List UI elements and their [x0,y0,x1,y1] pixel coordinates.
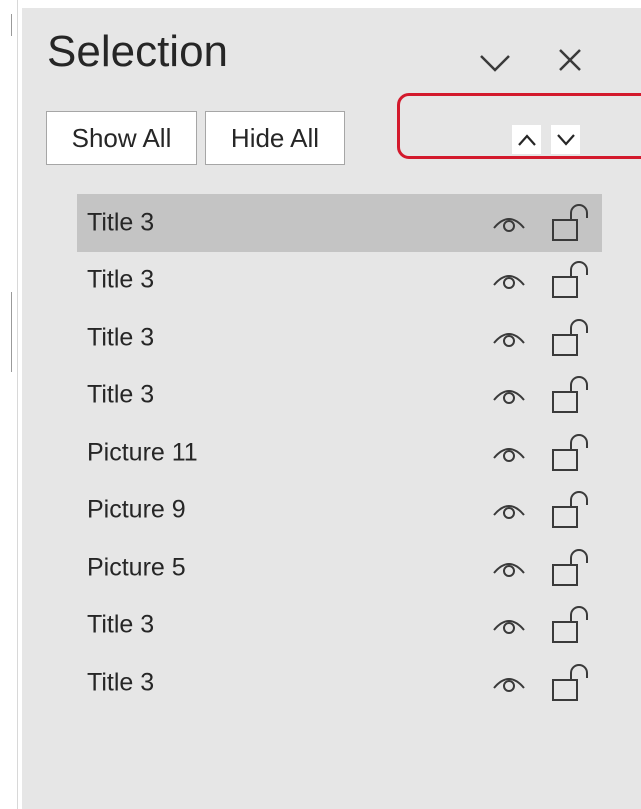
lock-toggle[interactable] [551,433,593,473]
unlocked-padlock-icon [552,491,588,529]
visibility-toggle[interactable] [491,441,527,465]
visibility-toggle[interactable] [491,498,527,522]
item-label: Title 3 [87,610,155,639]
lock-toggle[interactable] [551,203,593,243]
lock-toggle[interactable] [551,663,593,703]
unlocked-padlock-icon [552,663,588,701]
unlocked-padlock-icon [552,261,588,299]
item-label: Picture 9 [87,495,186,524]
window-edge [17,0,18,809]
eye-icon [493,505,525,520]
pane-close-button[interactable] [552,42,588,78]
selection-list-item[interactable]: Picture 5 [77,539,602,597]
selection-list-item[interactable]: Title 3 [77,309,602,367]
selection-list: Title 3 Title 3 Title 3 Title 3 Picture … [77,194,602,712]
visibility-toggle[interactable] [491,383,527,407]
unlocked-padlock-icon [552,433,588,471]
unlocked-padlock-icon [552,318,588,356]
item-label: Title 3 [87,323,155,352]
lock-toggle[interactable] [551,548,593,588]
lock-toggle[interactable] [551,490,593,530]
item-label: Title 3 [87,208,155,237]
selection-list-item[interactable]: Title 3 [77,597,602,655]
item-label: Picture 11 [87,438,198,467]
app-window: Selection Show All Hide All Title 3 Titl… [0,0,641,809]
item-label: Picture 5 [87,553,186,582]
unlocked-padlock-icon [552,606,588,644]
visibility-toggle[interactable] [491,613,527,637]
item-label: Title 3 [87,265,155,294]
lock-toggle[interactable] [551,605,593,645]
selection-list-item[interactable]: Picture 9 [77,482,602,540]
lock-toggle[interactable] [551,260,593,300]
chevron-down-icon [480,55,510,72]
visibility-toggle[interactable] [491,671,527,695]
close-icon [559,49,581,71]
hide-all-button[interactable]: Hide All [205,111,345,165]
selection-list-item[interactable]: Title 3 [77,252,602,310]
lock-toggle[interactable] [551,318,593,358]
unlocked-padlock-icon [552,203,588,241]
eye-icon [493,217,525,232]
unlocked-padlock-icon [552,548,588,586]
eye-icon [493,562,525,577]
unlocked-padlock-icon [552,376,588,414]
item-label: Title 3 [87,668,155,697]
eye-icon [493,620,525,635]
item-label: Title 3 [87,380,155,409]
selection-list-item[interactable]: Picture 11 [77,424,602,482]
pane-title: Selection [47,27,229,76]
visibility-toggle[interactable] [491,211,527,235]
lock-toggle[interactable] [551,375,593,415]
selection-list-item[interactable]: Title 3 [77,367,602,425]
window-edge-marker [11,14,12,36]
eye-icon [493,275,525,290]
highlight-annotation [397,93,641,159]
window-edge-marker [11,292,12,372]
eye-icon [493,447,525,462]
selection-list-item[interactable]: Title 3 [77,654,602,712]
eye-icon [493,332,525,347]
eye-icon [493,677,525,692]
visibility-toggle[interactable] [491,268,527,292]
eye-icon [493,390,525,405]
selection-list-item[interactable]: Title 3 [77,194,602,252]
show-all-button[interactable]: Show All [46,111,197,165]
visibility-toggle[interactable] [491,556,527,580]
pane-options-button[interactable] [477,48,513,76]
visibility-toggle[interactable] [491,326,527,350]
